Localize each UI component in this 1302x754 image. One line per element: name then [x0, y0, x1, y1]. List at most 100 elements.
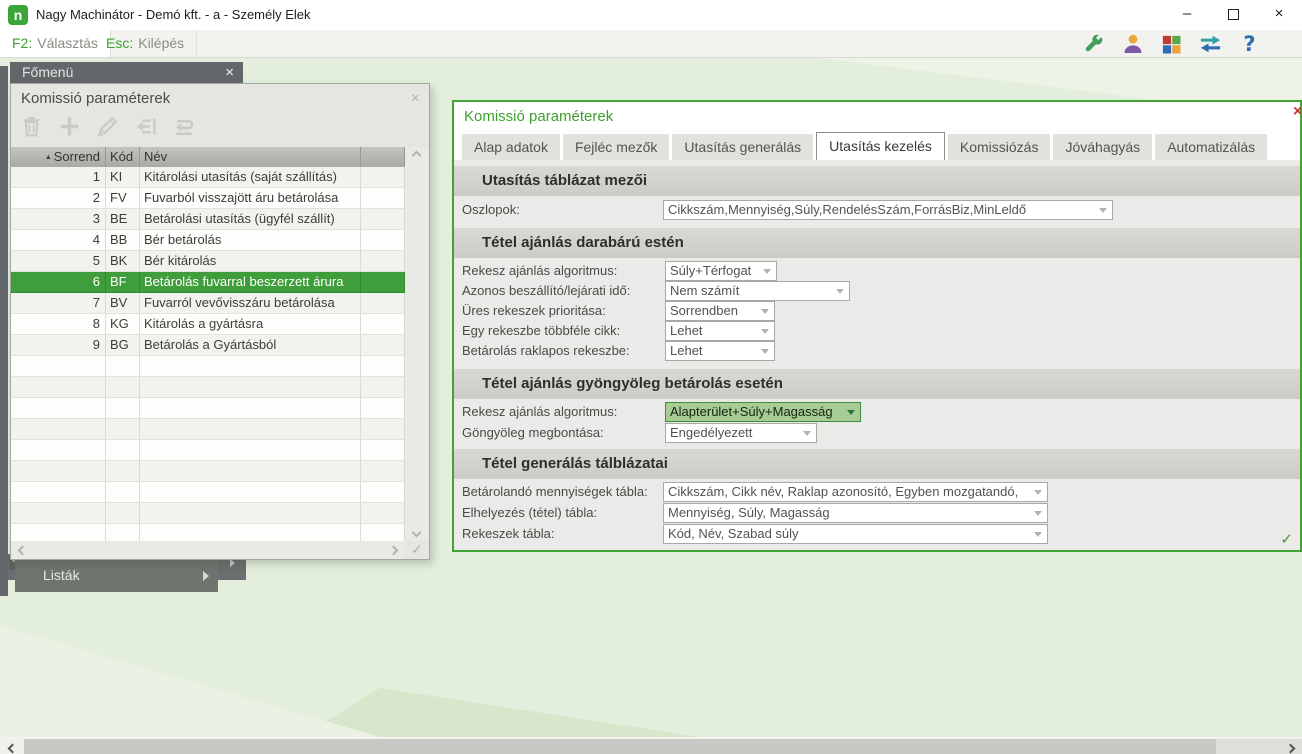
cell-extra	[361, 251, 405, 272]
scroll-right-icon[interactable]	[388, 545, 399, 556]
panel-close-icon[interactable]: ×	[1293, 103, 1302, 121]
table-row-empty	[11, 440, 405, 461]
tab-fejlec-mezok[interactable]: Fejléc mezők	[562, 134, 670, 160]
column-header-kod[interactable]: Kód	[106, 147, 140, 167]
gongyoleg-megbontasa-dropdown[interactable]: Engedélyezett	[665, 423, 817, 443]
rekesz-ajanlas-algoritmus-dropdown[interactable]: Súly+Térfogat	[665, 261, 777, 281]
submenu-arrow-icon	[203, 571, 209, 581]
table-row[interactable]: 2 FV Fuvarból visszajött áru betárolása	[11, 188, 405, 209]
panel-content: Utasítás táblázat mezői Oszlopok: Cikksz…	[454, 160, 1300, 550]
betarolas-raklapos-rekeszbe-dropdown[interactable]: Lehet	[665, 341, 775, 361]
tab-alap-adatok[interactable]: Alap adatok	[462, 134, 560, 160]
menu-item-esc-kilepes[interactable]: Esc: Kilépés	[94, 30, 198, 57]
cell-sorrend: 3	[11, 209, 106, 230]
user-icon[interactable]	[1120, 32, 1145, 57]
transfer-arrows-icon[interactable]	[1198, 32, 1223, 57]
rekeszek-tabla-dropdown[interactable]: Kód, Név, Szabad súly	[663, 524, 1048, 544]
table-row-empty	[11, 398, 405, 419]
betarolando-mennyisegek-tabla-dropdown[interactable]: Cikkszám, Cikk név, Raklap azonosító, Eg…	[663, 482, 1048, 502]
reorder-icon[interactable]	[171, 114, 196, 139]
settings-wrench-icon[interactable]	[1081, 32, 1106, 57]
add-icon[interactable]	[57, 114, 82, 139]
cell-nev: Betárolás fuvarral beszerzett árura	[140, 272, 361, 293]
azonos-beszallito-lejarati-ido-dropdown[interactable]: Nem számít	[665, 281, 850, 301]
scrollbar-thumb[interactable]	[24, 739, 1216, 754]
elhelyezes-tetel-tabla-dropdown[interactable]: Mennyiség, Súly, Magasság	[663, 503, 1048, 523]
scroll-down-icon[interactable]	[411, 527, 422, 538]
esc-label: Kilépés	[138, 35, 185, 51]
tab-automatizalas[interactable]: Automatizálás	[1155, 134, 1268, 160]
scroll-left-icon[interactable]	[17, 545, 28, 556]
egy-rekeszbe-tobbfele-cikk-dropdown[interactable]: Lehet	[665, 321, 775, 341]
chevron-down-icon	[836, 289, 844, 294]
left-window-close-icon[interactable]: ×	[411, 86, 420, 112]
f2-label: Választás	[37, 35, 98, 51]
tab-utasitas-kezeles[interactable]: Utasítás kezelés	[816, 132, 945, 160]
table-row-selected[interactable]: 6 BF Betárolás fuvarral beszerzett árura	[11, 272, 405, 293]
tab-utasitas-generalas[interactable]: Utasítás generálás	[672, 134, 814, 160]
field-label: Egy rekeszbe többféle cikk:	[462, 323, 621, 338]
section-header-utasitas-tablazat-mezoi: Utasítás táblázat mezői	[454, 166, 1300, 196]
listak-label: Listák	[43, 567, 80, 583]
tab-fomenu[interactable]: Főmenü ×	[10, 62, 243, 83]
oszlopok-dropdown[interactable]: Cikkszám,Mennyiség,Súly,RendelésSzám,For…	[663, 200, 1113, 220]
menu-item-listak[interactable]: Listák	[15, 558, 218, 592]
column-header-nev[interactable]: Név	[140, 147, 361, 167]
cell-sorrend: 1	[11, 167, 106, 188]
table-row[interactable]: 8 KG Kitárolás a gyártásra	[11, 314, 405, 335]
fomenu-close-icon[interactable]: ×	[225, 62, 234, 83]
chevron-down-icon	[761, 329, 769, 334]
menu-bar: F2: Választás Esc: Kilépés ?	[0, 30, 1302, 58]
horizontal-scrollbar[interactable]	[11, 541, 405, 559]
desktop-background: Főmenü × Listák Komissió paraméterek × ▲…	[0, 58, 1302, 737]
cell-sorrend: 7	[11, 293, 106, 314]
table-row-empty	[11, 524, 405, 541]
help-icon[interactable]: ?	[1237, 32, 1262, 57]
chevron-down-icon	[1099, 208, 1107, 213]
field-label: Rekesz ajánlás algoritmus:	[462, 404, 618, 419]
field-label: Göngyöleg megbontása:	[462, 425, 604, 440]
app-horizontal-scrollbar[interactable]	[0, 737, 1302, 754]
list-toolbar	[19, 114, 196, 142]
komissio-parameterek-window: Komissió paraméterek × ▲ Sorrend Kód Név …	[10, 83, 430, 560]
panel-confirm-check-icon[interactable]: ✓	[1280, 530, 1293, 548]
table-row[interactable]: 7 BV Fuvarról vevővisszáru betárolása	[11, 293, 405, 314]
scroll-left-button[interactable]	[0, 739, 24, 754]
column-header-extra	[361, 147, 405, 167]
gyongyoleg-rekesz-ajanlas-algoritmus-dropdown[interactable]: Alapterület+Súly+Magasság	[665, 402, 861, 422]
table-row[interactable]: 5 BK Bér kitárolás	[11, 251, 405, 272]
chevron-down-icon	[847, 410, 855, 415]
tab-komissiozas[interactable]: Komissiózás	[947, 134, 1051, 160]
ures-rekeszek-prioritasa-dropdown[interactable]: Sorrendben	[665, 301, 775, 321]
edit-pencil-icon[interactable]	[95, 114, 120, 139]
table-row[interactable]: 1 KI Kitárolási utasítás (saját szállítá…	[11, 167, 405, 188]
maximize-button[interactable]	[1210, 0, 1256, 30]
table-row[interactable]: 4 BB Bér betárolás	[11, 230, 405, 251]
scroll-right-button[interactable]	[1278, 739, 1302, 754]
cell-sorrend: 6	[11, 272, 106, 293]
cell-nev: Bér betárolás	[140, 230, 361, 251]
close-button[interactable]: ×	[1256, 0, 1302, 30]
table-row[interactable]: 9 BG Betárolás a Gyártásból	[11, 335, 405, 356]
vertical-scrollbar[interactable]	[405, 147, 429, 541]
panel-title: Komissió paraméterek	[464, 108, 614, 125]
cell-kod: BE	[106, 209, 140, 230]
table-row[interactable]: 3 BE Betárolási utasítás (ügyfél szállít…	[11, 209, 405, 230]
confirm-check-icon[interactable]: ✓	[405, 541, 429, 559]
cell-extra	[361, 230, 405, 251]
chevron-down-icon	[761, 309, 769, 314]
apps-grid-icon[interactable]	[1159, 32, 1184, 57]
cell-sorrend: 5	[11, 251, 106, 272]
tab-jovahagyas[interactable]: Jóváhagyás	[1053, 134, 1153, 160]
table-row-empty	[11, 356, 405, 377]
field-label: Rekesz ajánlás algoritmus:	[462, 263, 618, 278]
minimize-button[interactable]: –	[1164, 0, 1210, 30]
scroll-up-icon[interactable]	[411, 150, 422, 161]
table-row-empty	[11, 482, 405, 503]
column-header-sorrend[interactable]: ▲ Sorrend	[11, 147, 106, 167]
field-label: Betárolás raklapos rekeszbe:	[462, 343, 630, 358]
chevron-down-icon	[761, 349, 769, 354]
title-bar: n Nagy Machinátor - Demó kft. - a - Szem…	[0, 0, 1302, 30]
delete-icon[interactable]	[19, 114, 44, 139]
move-in-icon[interactable]	[133, 114, 158, 139]
